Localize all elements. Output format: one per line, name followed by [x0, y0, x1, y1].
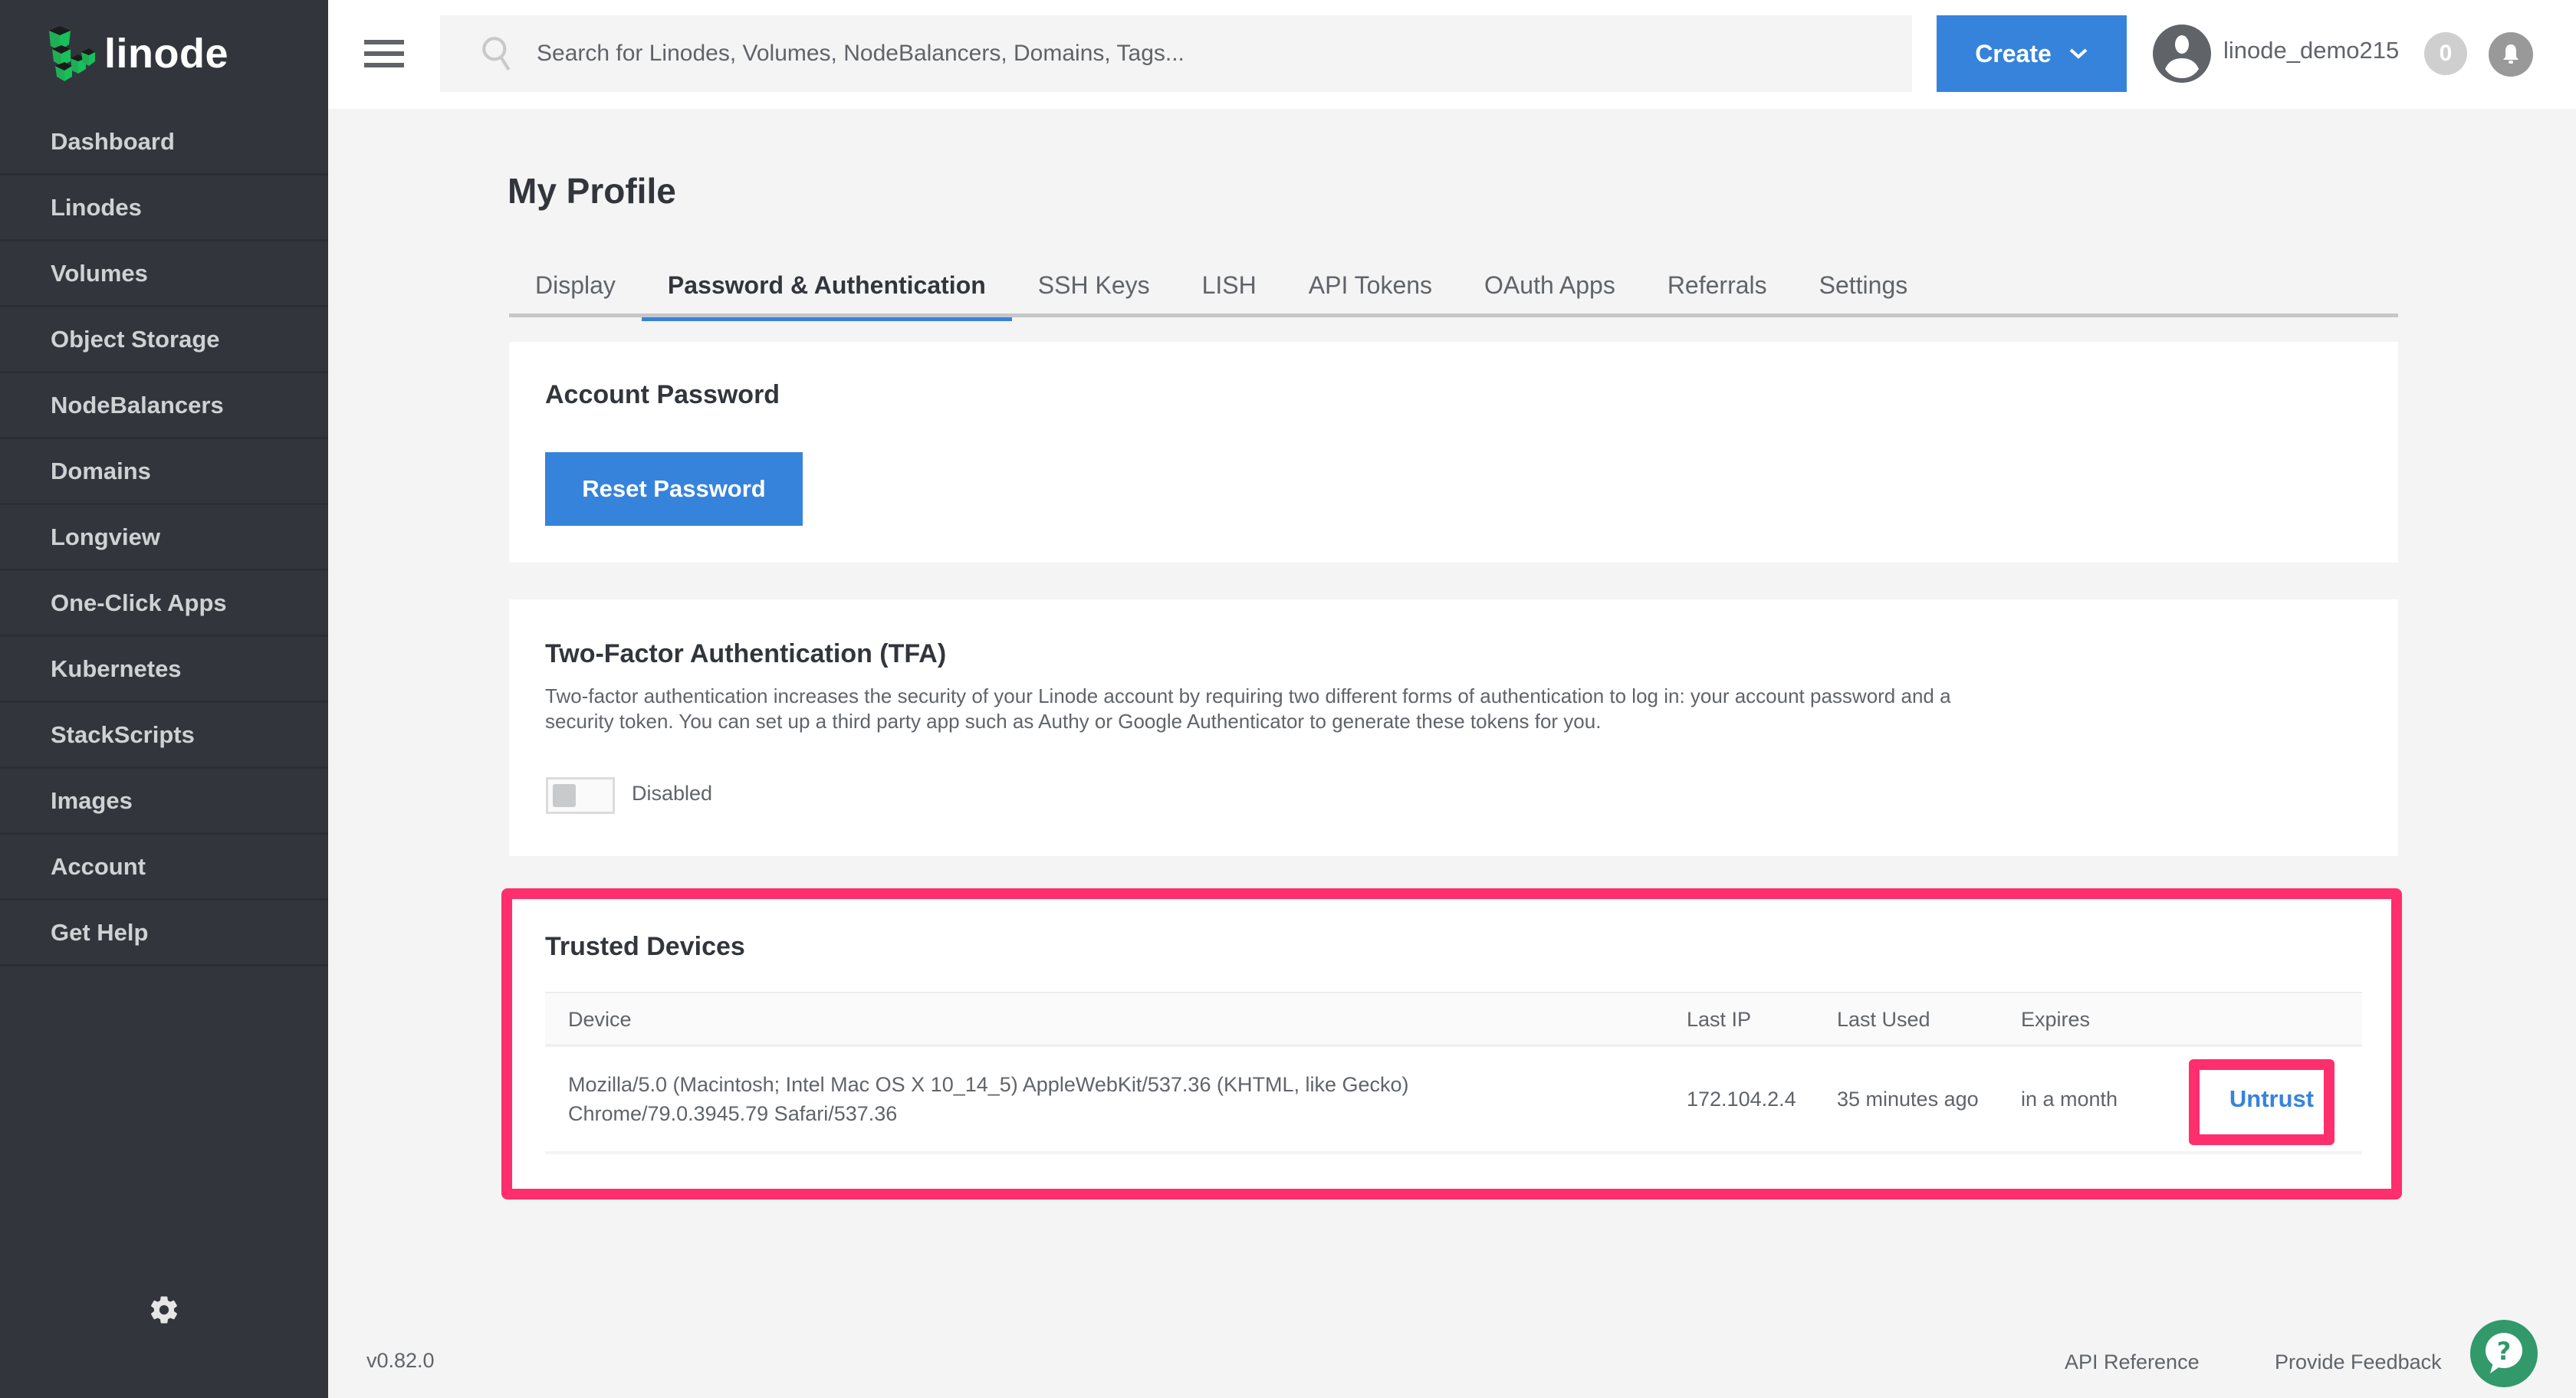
sidebar-item-images[interactable]: Images [0, 769, 328, 835]
column-header-device: Device [568, 1007, 632, 1031]
notification-count-badge[interactable]: 0 [2424, 32, 2467, 75]
sidebar-item-linodes[interactable]: Linodes [0, 176, 328, 241]
toggle-knob [553, 784, 576, 807]
page-title: My Profile [508, 171, 676, 211]
search-icon [482, 37, 511, 71]
sidebar-item-stackscripts[interactable]: StackScripts [0, 703, 328, 769]
trusted-devices-card: Trusted Devices Device Last IP Last Used… [509, 894, 2398, 1194]
question-bubble-icon: ? [2486, 1333, 2522, 1373]
profile-tabs: Display Password & Authentication SSH Ke… [509, 253, 2398, 321]
sidebar-item-account[interactable]: Account [0, 835, 328, 901]
trusted-devices-table: Device Last IP Last Used Expires Mozilla… [545, 992, 2362, 1154]
username[interactable]: linode_demo215 [2223, 37, 2399, 64]
provide-feedback-link[interactable]: Provide Feedback [2275, 1350, 2442, 1374]
linode-logo[interactable]: linode [48, 25, 228, 83]
account-password-card: Account Password Reset Password [509, 342, 2398, 563]
app-version: v0.82.0 [366, 1349, 435, 1372]
tab-referrals[interactable]: Referrals [1641, 253, 1793, 317]
column-header-expires: Expires [2021, 1007, 2091, 1031]
column-header-last-ip: Last IP [1687, 1007, 1752, 1031]
help-chat-icon[interactable]: ? [2470, 1320, 2538, 1387]
user-avatar-icon[interactable] [2151, 23, 2213, 84]
tfa-title: Two-Factor Authentication (TFA) [545, 639, 947, 668]
trusted-devices-title: Trusted Devices [545, 932, 745, 961]
svg-text:?: ? [2497, 1337, 2512, 1366]
sidebar-item-volumes[interactable]: Volumes [0, 241, 328, 307]
bell-icon[interactable] [2489, 32, 2533, 77]
reset-password-button[interactable]: Reset Password [545, 452, 803, 526]
top-bar: Create linode_demo215 0 [328, 0, 2576, 109]
api-reference-link[interactable]: API Reference [2065, 1350, 2200, 1374]
tab-password-authentication[interactable]: Password & Authentication [641, 253, 1012, 321]
device-user-agent-line1: Mozilla/5.0 (Macintosh; Intel Mac OS X 1… [568, 1073, 1409, 1096]
sidebar: linode Dashboard Linodes Volumes Object … [0, 0, 328, 1398]
tab-lish[interactable]: LISH [1176, 253, 1283, 317]
untrust-button[interactable]: Untrust [2210, 1064, 2333, 1134]
last-ip-cell: 172.104.2.4 [1687, 1088, 1796, 1111]
expires-cell: in a month [2021, 1088, 2118, 1111]
last-used-cell: 35 minutes ago [1837, 1088, 1979, 1111]
sidebar-item-domains[interactable]: Domains [0, 439, 328, 505]
tfa-toggle[interactable] [546, 777, 615, 814]
tab-oauth-apps[interactable]: OAuth Apps [1458, 253, 1641, 317]
tfa-card: Two-Factor Authentication (TFA) Two-fact… [509, 599, 2398, 856]
column-header-last-used: Last Used [1837, 1007, 1930, 1031]
sidebar-item-get-help[interactable]: Get Help [0, 901, 328, 966]
chevron-down-icon [2069, 48, 2088, 59]
gear-icon[interactable] [148, 1294, 180, 1326]
hamburger-icon[interactable] [364, 40, 404, 67]
tfa-description: Two-factor authentication increases the … [545, 684, 1951, 733]
tab-api-tokens[interactable]: API Tokens [1283, 253, 1458, 317]
tfa-status-label: Disabled [632, 782, 713, 805]
sidebar-item-longview[interactable]: Longview [0, 505, 328, 571]
tab-display[interactable]: Display [509, 253, 642, 317]
table-row: Mozilla/5.0 (Macintosh; Intel Mac OS X 1… [545, 1047, 2362, 1154]
sidebar-item-nodebalancers[interactable]: NodeBalancers [0, 373, 328, 439]
create-label: Create [1975, 39, 2052, 67]
search-input[interactable] [537, 41, 1840, 67]
sidebar-item-object-storage[interactable]: Object Storage [0, 307, 328, 373]
device-cell: Mozilla/5.0 (Macintosh; Intel Mac OS X 1… [568, 1047, 1409, 1151]
tab-settings[interactable]: Settings [1793, 253, 1934, 317]
search-bar[interactable] [440, 15, 1912, 92]
table-header: Device Last IP Last Used Expires [545, 992, 2362, 1047]
brand-name: linode [104, 31, 228, 77]
device-user-agent-line2: Chrome/79.0.3945.79 Safari/537.36 [568, 1102, 898, 1125]
sidebar-item-kubernetes[interactable]: Kubernetes [0, 637, 328, 703]
tab-ssh-keys[interactable]: SSH Keys [1012, 253, 1176, 317]
linode-logo-icon [49, 26, 95, 81]
bell-glyph [2503, 44, 2518, 64]
create-button[interactable]: Create [1937, 15, 2127, 92]
account-password-title: Account Password [545, 380, 780, 409]
sidebar-item-one-click-apps[interactable]: One-Click Apps [0, 571, 328, 637]
sidebar-item-dashboard[interactable]: Dashboard [0, 110, 328, 176]
sidebar-nav: Dashboard Linodes Volumes Object Storage… [0, 110, 328, 966]
